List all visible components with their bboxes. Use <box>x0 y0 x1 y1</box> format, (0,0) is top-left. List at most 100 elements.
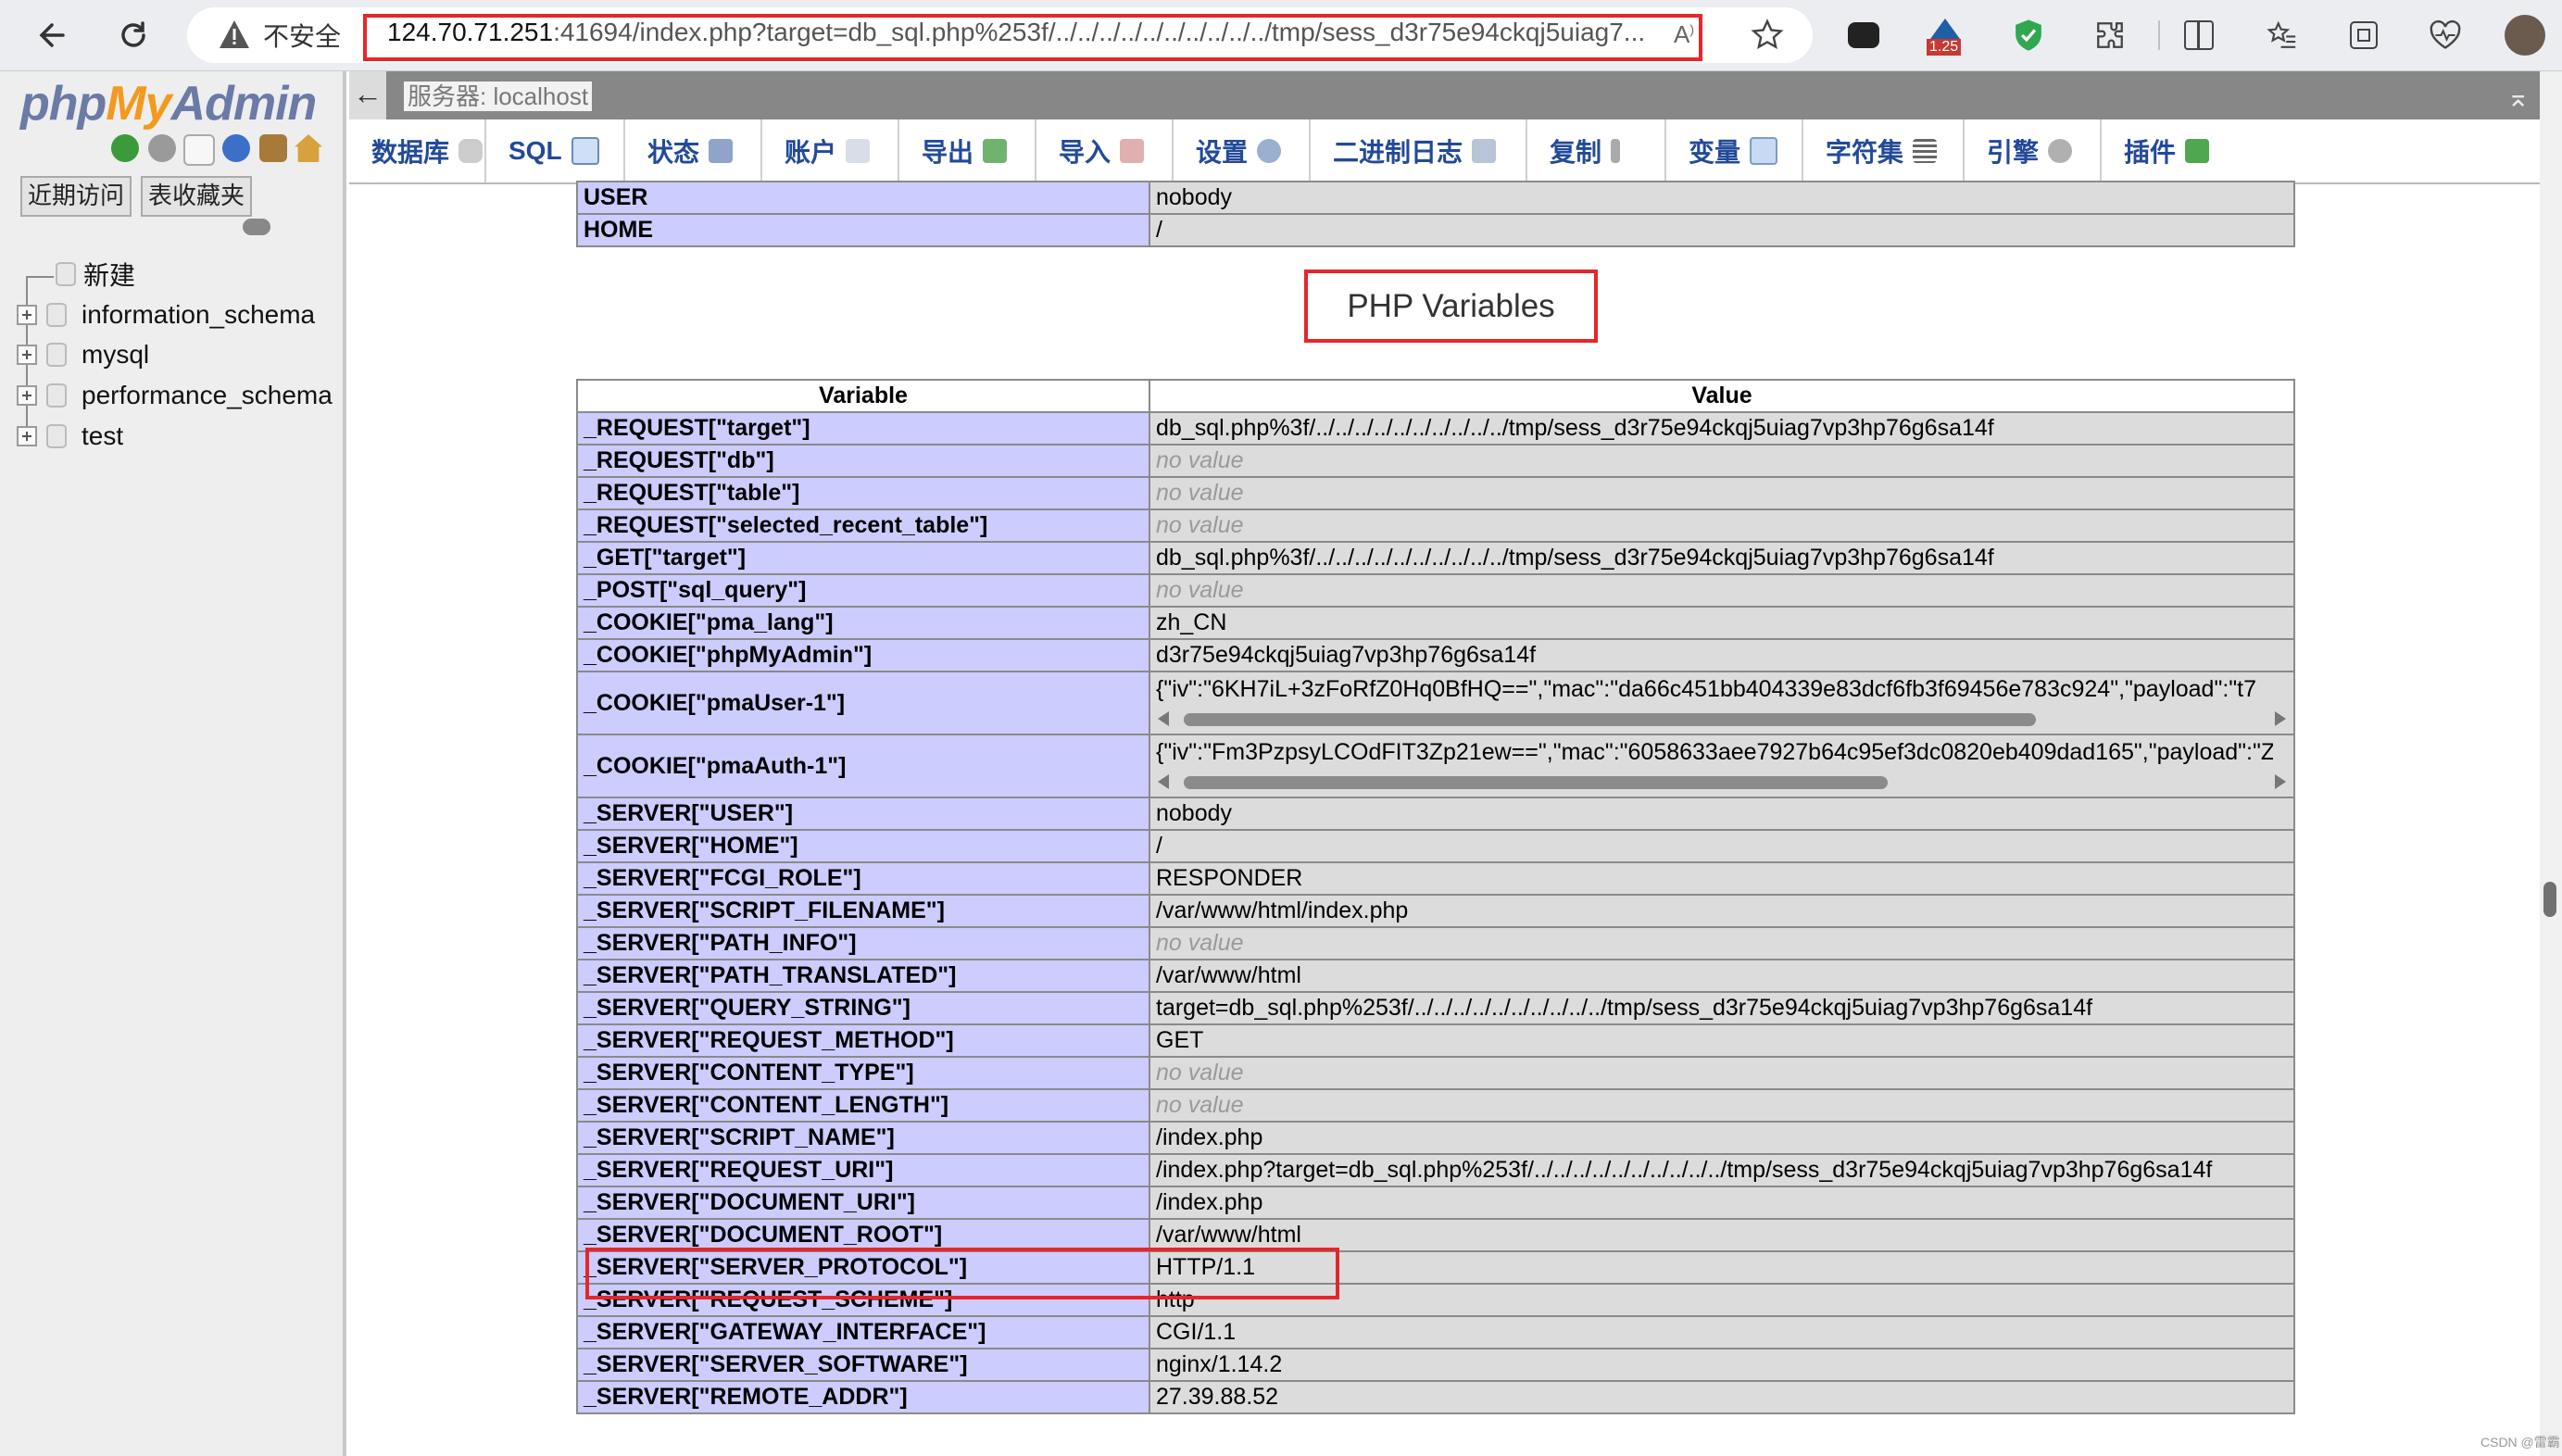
table-row: _REQUEST["db"] no value <box>576 444 2295 478</box>
health-heart-icon[interactable] <box>2423 13 2468 57</box>
variable-name-cell: _SERVER["CONTENT_LENGTH"] <box>576 1088 1150 1123</box>
tab-variables[interactable]: 变量 <box>1666 119 1803 182</box>
database-icon <box>46 343 67 367</box>
extensions-puzzle-icon[interactable] <box>2088 13 2132 57</box>
recent-tab[interactable]: 近期访问 <box>20 176 132 217</box>
expand-icon[interactable] <box>17 305 37 325</box>
tab-databases[interactable]: 数据库 <box>349 119 486 182</box>
tab-charsets[interactable]: 字符集 <box>1803 119 1965 182</box>
variable-name-cell: _SERVER["PATH_TRANSLATED"] <box>576 959 1150 993</box>
variable-name-cell: _POST["sql_query"] <box>576 573 1150 608</box>
database-item[interactable]: performance_schema <box>17 377 333 414</box>
scroll-right-icon[interactable] <box>2275 774 2286 789</box>
no-value-text: no value <box>1156 930 1244 956</box>
variable-value-cell: CGI/1.1 <box>1149 1315 2295 1349</box>
no-value-text: no value <box>1156 447 1244 473</box>
server-breadcrumb[interactable]: 服务器: localhost <box>404 82 593 111</box>
link-icon[interactable] <box>243 219 270 235</box>
no-value-text: no value <box>1156 512 1244 538</box>
expand-icon[interactable] <box>17 426 37 446</box>
expand-icon[interactable] <box>17 385 37 406</box>
tab-sql[interactable]: SQL <box>486 119 625 182</box>
scrollable-value-cell: {"iv":"6KH7iL+3zFoRfZ0Hq0BfHQ==","mac":"… <box>1149 671 2295 735</box>
back-arrow-icon[interactable] <box>26 9 78 61</box>
database-item[interactable]: test <box>17 418 123 455</box>
variable-name-cell: _SERVER["QUERY_STRING"] <box>576 991 1150 1025</box>
extension-chart-icon[interactable]: 1.25 <box>1923 13 1967 57</box>
phpmyadmin-logo[interactable]: phpMyAdmin <box>20 76 317 132</box>
binlog-icon <box>1472 139 1497 163</box>
tab-plugins[interactable]: 插件 <box>2102 119 2239 182</box>
database-icon <box>46 424 67 448</box>
database-item[interactable]: information_schema <box>17 296 315 333</box>
docs-icon[interactable] <box>183 134 215 166</box>
scroll-left-icon[interactable] <box>1158 774 1169 789</box>
tab-accounts[interactable]: 账户 <box>762 119 899 182</box>
database-name: test <box>82 421 124 450</box>
horizontal-scrollbar[interactable] <box>1158 772 2286 791</box>
favorites-list-icon[interactable] <box>2260 13 2305 57</box>
variable-name-cell: _REQUEST["selected_recent_table"] <box>576 508 1150 543</box>
reload-nav-icon[interactable] <box>111 134 139 162</box>
collections-icon[interactable] <box>2342 13 2386 57</box>
extension-game-icon[interactable] <box>1841 13 1886 57</box>
tab-status[interactable]: 状态 <box>625 119 762 182</box>
table-row: _SERVER["QUERY_STRING"] target=db_sql.php… <box>576 991 2295 1025</box>
reload-icon[interactable] <box>107 9 159 61</box>
split-screen-icon[interactable] <box>2177 13 2221 57</box>
table-row: _COOKIE["pmaUser-1"] {"iv":"6KH7iL+3zFoRf… <box>576 671 2295 735</box>
warning-icon[interactable] <box>218 19 251 50</box>
table-row: _GET["target"] db_sql.php%3f/../../../../… <box>576 541 2295 575</box>
variable-name-cell: _SERVER["PATH_INFO"] <box>576 926 1150 960</box>
scroll-left-icon[interactable] <box>1158 711 1169 726</box>
insecure-label[interactable]: 不安全 <box>263 17 341 54</box>
sql-docs-icon[interactable] <box>259 134 287 162</box>
no-value-text: no value <box>1156 577 1244 603</box>
tab-label: 账户 <box>785 138 837 167</box>
variable-value-text: {"iv":"Fm3PzpsyLCOdFIT3Zp21ew==","mac":"… <box>1156 739 2273 765</box>
page-scrollbar[interactable] <box>2540 71 2562 1456</box>
favorites-tab[interactable]: 表收藏夹 <box>141 176 253 217</box>
database-item[interactable]: mysql <box>17 336 149 373</box>
horizontal-scrollbar[interactable] <box>1158 709 2286 728</box>
variable-value-cell: / <box>1149 829 2295 863</box>
scrollbar-thumb[interactable] <box>1184 776 1888 789</box>
scroll-right-icon[interactable] <box>2275 711 2286 726</box>
tab-label: 插件 <box>2124 138 2177 167</box>
no-value-cell: no value <box>1149 508 2295 543</box>
table-row: _SERVER["HOME"] / <box>576 829 2295 863</box>
help-icon[interactable] <box>222 134 250 162</box>
tab-settings[interactable]: 设置 <box>1174 119 1311 182</box>
database-name: information_schema <box>82 300 316 329</box>
table-row: _POST["sql_query"] no value <box>576 573 2295 608</box>
tab-import[interactable]: 导入 <box>1036 119 1174 182</box>
no-value-cell: no value <box>1149 926 2295 960</box>
variable-value-cell: db_sql.php%3f/../../../../../../../../..… <box>1149 541 2295 575</box>
collapse-arrow-icon[interactable]: ← <box>349 71 386 119</box>
table-row: _REQUEST["table"] no value <box>576 476 2295 510</box>
tab-binary-log[interactable]: 二进制日志 <box>1311 119 1527 182</box>
tree-line <box>26 276 54 278</box>
variables-icon <box>1750 137 1778 165</box>
variable-name-cell: _SERVER["REQUEST_METHOD"] <box>576 1023 1150 1058</box>
read-aloud-icon[interactable]: A) <box>1674 20 1694 49</box>
variable-value-cell: zh_CN <box>1149 606 2295 640</box>
variable-name-cell: _SERVER["REQUEST_URI"] <box>576 1153 1150 1187</box>
profile-avatar[interactable] <box>2505 15 2545 56</box>
shield-extension-icon[interactable] <box>2006 13 2051 57</box>
expand-icon[interactable] <box>17 345 37 365</box>
tab-label: 复制 <box>1550 138 1602 167</box>
database-name: performance_schema <box>82 381 333 409</box>
document-root-highlight-box <box>585 1248 1339 1299</box>
new-database-item[interactable]: 新建 <box>56 256 135 293</box>
tab-engines[interactable]: 引擎 <box>1965 119 2102 182</box>
settings-gear-icon[interactable] <box>148 134 176 162</box>
favorite-star-icon[interactable] <box>1745 13 1790 57</box>
maximize-icon[interactable]: ⌅ <box>2506 82 2530 114</box>
tab-replication[interactable]: 复制 <box>1527 119 1666 182</box>
scrollbar-thumb[interactable] <box>1184 713 2036 726</box>
page-scroll-thumb[interactable] <box>2543 882 2556 917</box>
wrench-icon <box>1257 139 1282 163</box>
variable-name-cell: _COOKIE["pmaUser-1"] <box>576 671 1150 735</box>
tab-export[interactable]: 导出 <box>899 119 1036 182</box>
